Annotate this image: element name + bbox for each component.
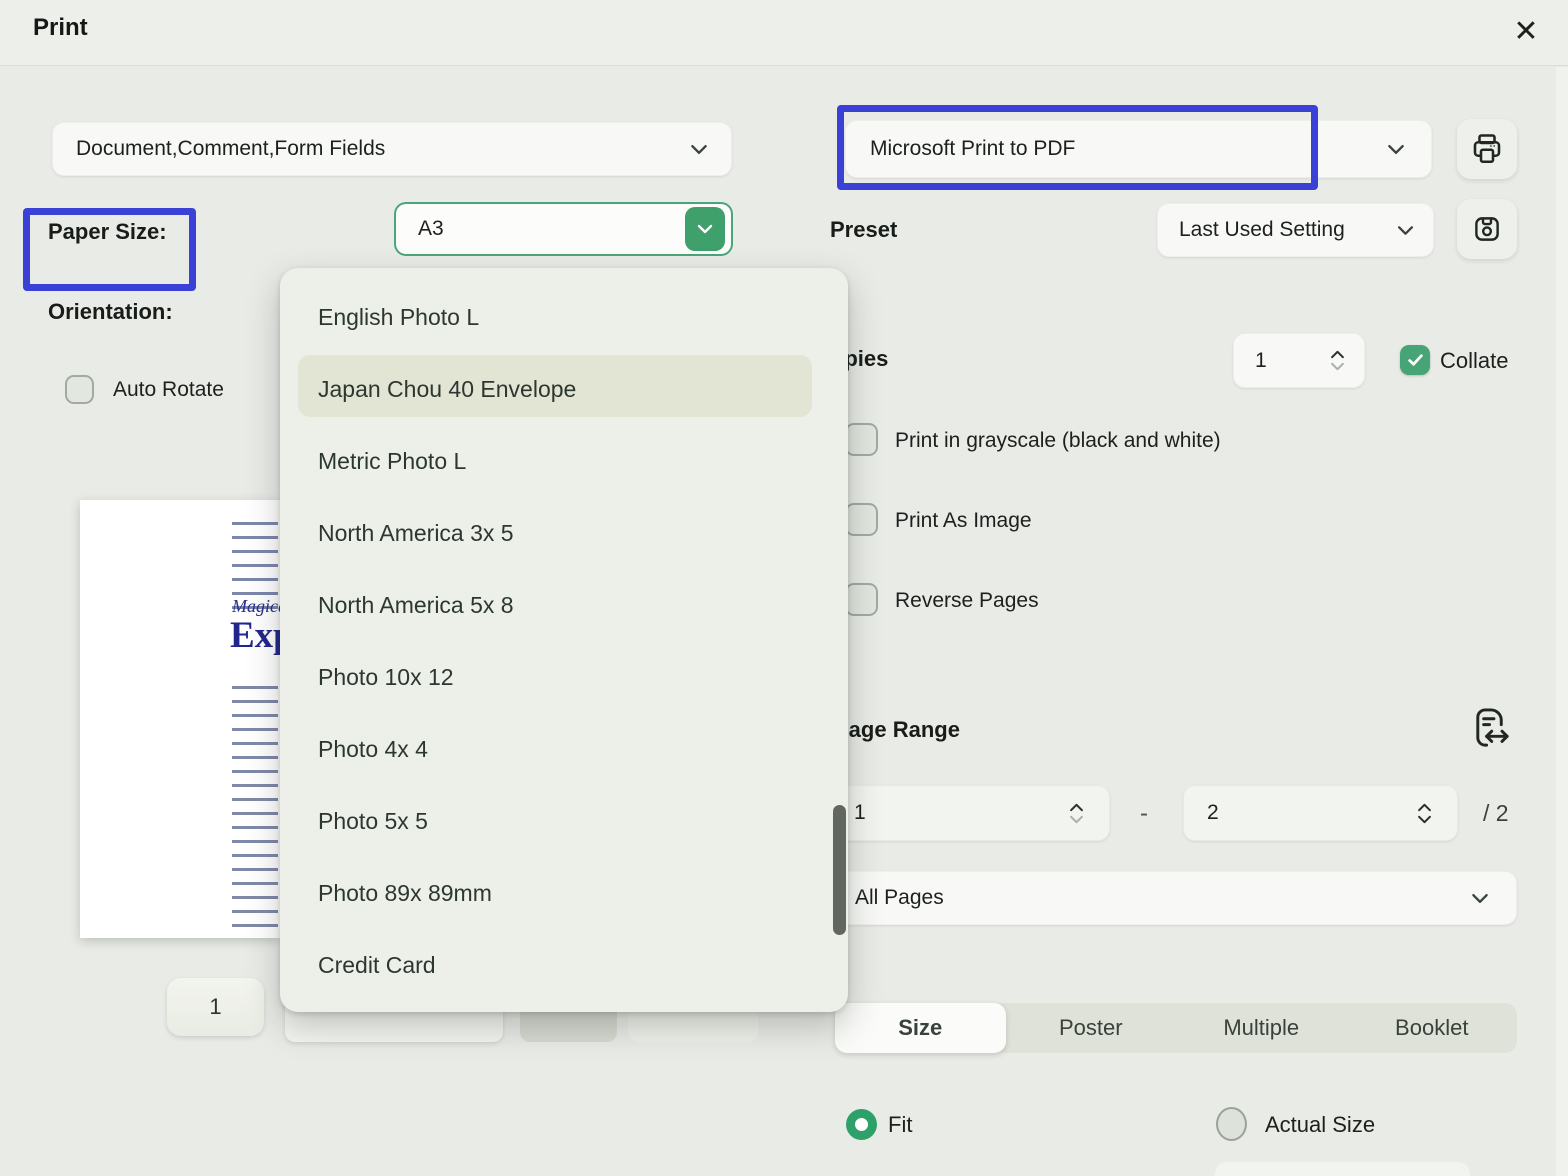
- reverse-pages-label: Reverse Pages: [895, 589, 1039, 612]
- paper-size-dropdown-button[interactable]: [685, 207, 725, 251]
- from-stepper-arrows[interactable]: [1069, 803, 1084, 824]
- page-total: / 2: [1483, 800, 1509, 826]
- dialog-header: Print ✕: [0, 0, 1568, 66]
- print-as-image-label: Print As Image: [895, 509, 1032, 532]
- close-button[interactable]: ✕: [1504, 10, 1548, 54]
- scale-input-partial[interactable]: [1215, 1162, 1470, 1176]
- collate-label: Collate: [1440, 348, 1509, 373]
- preset-value: Last Used Setting: [1179, 218, 1345, 241]
- tab-booklet[interactable]: Booklet: [1347, 1003, 1518, 1053]
- auto-rotate-label: Auto Rotate: [113, 378, 224, 401]
- tab-multiple-label: Multiple: [1223, 1015, 1300, 1040]
- paper-size-label: Paper Size:: [48, 219, 167, 244]
- page-range-to-value: 2: [1207, 801, 1219, 824]
- page-range-from-input[interactable]: 1: [830, 785, 1110, 841]
- preview-page-number[interactable]: 1: [167, 978, 264, 1036]
- chevron-down-icon: [697, 224, 713, 234]
- grayscale-checkbox[interactable]: [845, 423, 878, 456]
- paper-size-value: A3: [418, 217, 444, 240]
- page-range-label: Page Range: [834, 717, 960, 742]
- paper-size-menu: English Photo L Japan Chou 40 Envelope M…: [280, 268, 848, 1012]
- tab-size-label: Size: [898, 1015, 943, 1040]
- dialog-scrollbar-track[interactable]: [1556, 67, 1568, 1176]
- actual-size-label: Actual Size: [1265, 1112, 1376, 1137]
- menu-item-english-photo-l[interactable]: English Photo L: [318, 304, 479, 331]
- page-range-mode-value: All Pages: [855, 886, 944, 909]
- page-range-from-value: 1: [854, 801, 866, 824]
- menu-item-japan-chou-40-envelope[interactable]: Japan Chou 40 Envelope: [318, 376, 576, 403]
- chevron-down-icon: [1471, 893, 1489, 904]
- check-icon: [1407, 353, 1424, 367]
- actual-size-radio[interactable]: [1216, 1107, 1247, 1141]
- printer-icon: [1469, 131, 1505, 167]
- page-range-icon: [1469, 705, 1513, 753]
- close-icon: ✕: [1513, 15, 1539, 48]
- collate-checkbox[interactable]: [1400, 345, 1430, 375]
- chevron-down-icon: [1387, 144, 1405, 155]
- to-stepper-arrows[interactable]: [1417, 803, 1432, 824]
- tab-multiple[interactable]: Multiple: [1176, 1003, 1347, 1053]
- printer-dropdown[interactable]: Microsoft Print to PDF: [845, 120, 1432, 178]
- copies-stepper-arrows[interactable]: [1330, 350, 1345, 371]
- menu-item-credit-card[interactable]: Credit Card: [318, 952, 436, 979]
- tab-booklet-label: Booklet: [1395, 1015, 1469, 1040]
- paper-size-dropdown[interactable]: A3: [394, 202, 733, 256]
- auto-rotate-checkbox[interactable]: [65, 375, 94, 404]
- menu-item-north-america-3x5[interactable]: North America 3x 5: [318, 520, 514, 547]
- copies-value: 1: [1255, 348, 1267, 372]
- dialog-title: Print: [33, 14, 88, 41]
- print-button[interactable]: [1457, 119, 1517, 179]
- fit-label: Fit: [888, 1112, 913, 1137]
- preview-page-number-value: 1: [209, 994, 222, 1019]
- tab-size[interactable]: Size: [835, 1003, 1006, 1053]
- copies-stepper[interactable]: 1: [1233, 333, 1365, 388]
- layout-tab-bar: Size Poster Multiple Booklet: [835, 1003, 1517, 1053]
- printer-value: Microsoft Print to PDF: [870, 137, 1076, 160]
- page-range-mode-dropdown[interactable]: All Pages: [830, 871, 1517, 925]
- print-content-value: Document,Comment,Form Fields: [76, 137, 386, 160]
- save-preset-button[interactable]: [1457, 199, 1517, 259]
- orientation-label: Orientation:: [48, 299, 173, 324]
- chevron-down-icon: [690, 144, 708, 155]
- fit-radio[interactable]: [846, 1109, 877, 1140]
- save-icon: [1470, 212, 1504, 246]
- grayscale-label: Print in grayscale (black and white): [895, 429, 1221, 452]
- menu-item-metric-photo-l[interactable]: Metric Photo L: [318, 448, 466, 475]
- tab-poster-label: Poster: [1058, 1015, 1123, 1040]
- preset-label: Preset: [830, 217, 898, 242]
- tab-poster[interactable]: Poster: [1006, 1003, 1177, 1053]
- print-dialog: Print ✕ Document,Comment,Form Fields Pap…: [0, 0, 1568, 1176]
- chevron-down-icon: [1397, 225, 1414, 236]
- page-range-to-input[interactable]: 2: [1183, 785, 1458, 841]
- menu-item-north-america-5x8[interactable]: North America 5x 8: [318, 592, 514, 619]
- reverse-pages-checkbox[interactable]: [845, 583, 878, 616]
- menu-item-photo-89x89mm[interactable]: Photo 89x 89mm: [318, 880, 492, 907]
- page-nav-button-partial[interactable]: [628, 1008, 758, 1042]
- menu-item-photo-5x5[interactable]: Photo 5x 5: [318, 808, 428, 835]
- preview-text-block: [232, 686, 278, 932]
- preset-dropdown[interactable]: Last Used Setting: [1157, 203, 1434, 257]
- print-as-image-checkbox[interactable]: [845, 503, 878, 536]
- range-separator: -: [1140, 800, 1148, 827]
- menu-item-photo-4x4[interactable]: Photo 4x 4: [318, 736, 428, 763]
- menu-item-photo-10x12[interactable]: Photo 10x 12: [318, 664, 454, 691]
- document-preview-page: Magica Exp: [80, 500, 294, 938]
- menu-scrollbar-thumb[interactable]: [833, 805, 846, 935]
- page-range-settings-button[interactable]: [1464, 700, 1518, 758]
- print-content-dropdown[interactable]: Document,Comment,Form Fields: [52, 122, 732, 176]
